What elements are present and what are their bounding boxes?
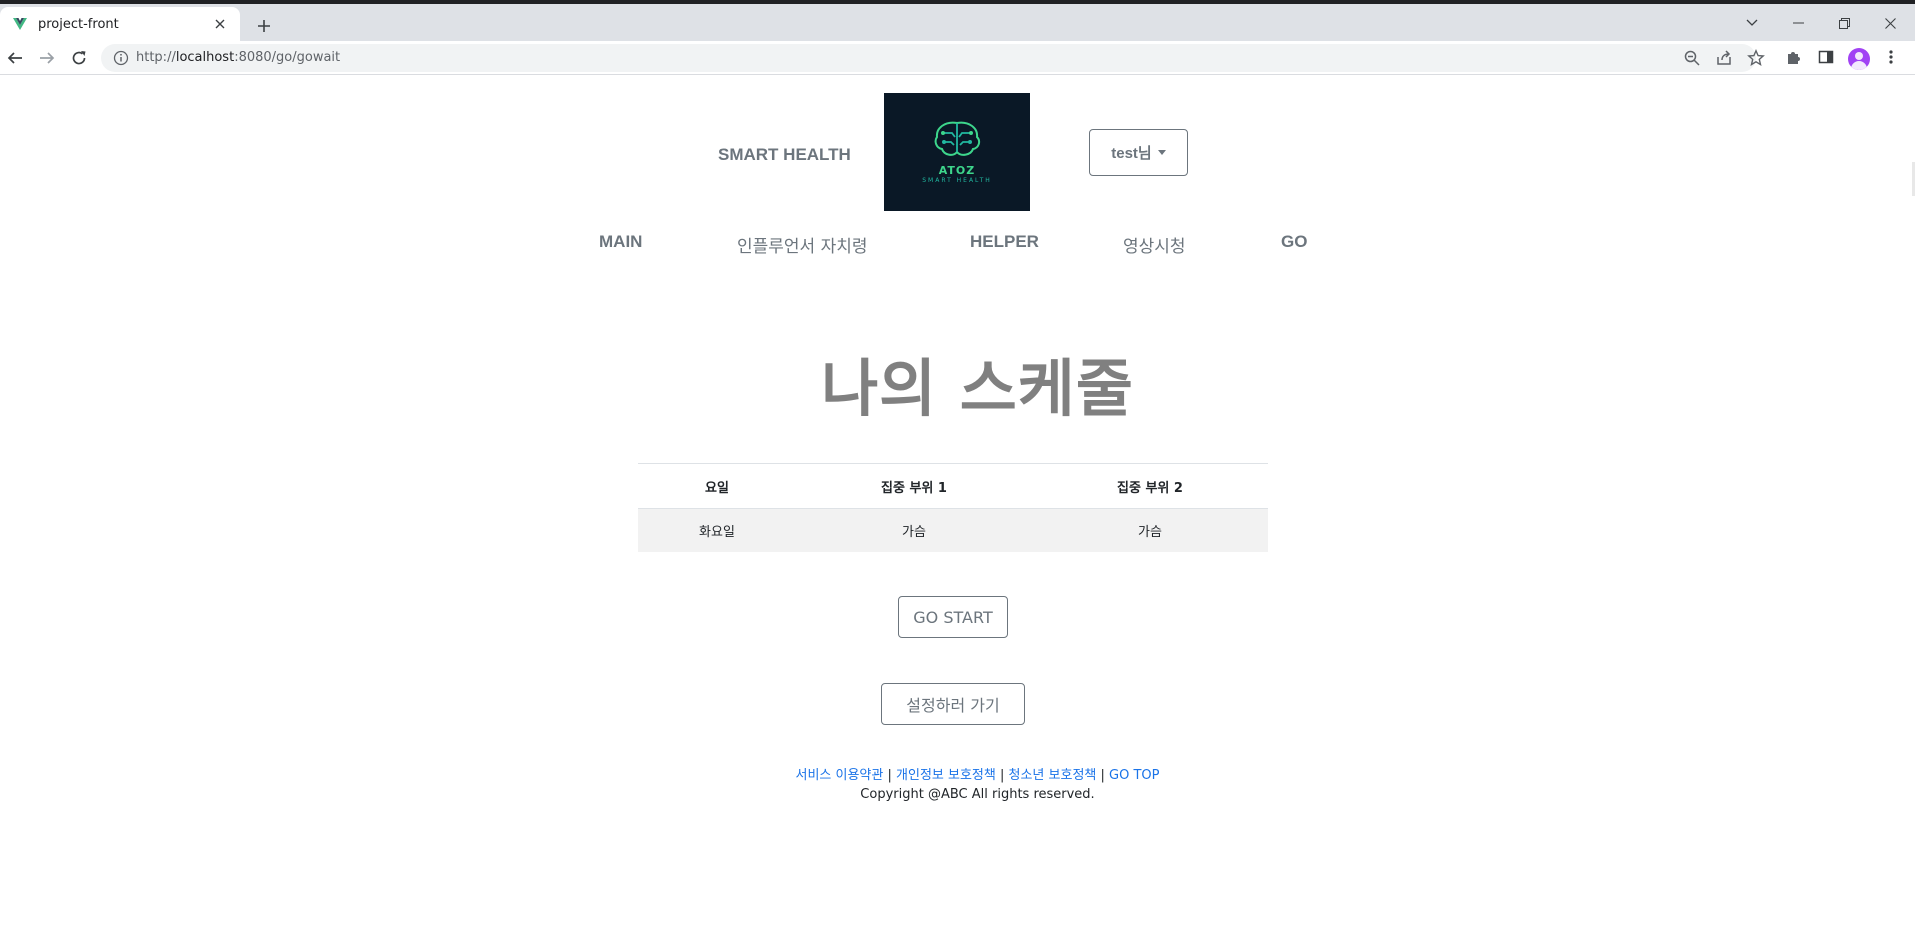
logo[interactable]: ATOZ SMART HEALTH bbox=[884, 93, 1030, 211]
page-title: 나의 스케줄 bbox=[821, 352, 1134, 425]
kebab-menu-icon[interactable] bbox=[1881, 47, 1901, 67]
plus-icon[interactable] bbox=[252, 14, 276, 38]
forward-arrow-icon[interactable] bbox=[35, 46, 59, 70]
footer-separator: | bbox=[1100, 768, 1105, 783]
vue-favicon-icon bbox=[13, 18, 27, 30]
star-icon[interactable] bbox=[1747, 49, 1765, 67]
nav-item-go[interactable]: GO bbox=[1281, 232, 1307, 252]
zoom-icon[interactable] bbox=[1683, 49, 1701, 67]
footer-separator: | bbox=[999, 768, 1005, 783]
schedule-table: 요일 집중 부위 1 집중 부위 2 화요일 가슴 가슴 bbox=[638, 463, 1268, 552]
url-text[interactable]: http://localhost:8080/go/gowait bbox=[136, 50, 340, 65]
user-dropdown-button[interactable]: test님 bbox=[1089, 129, 1188, 176]
avatar-head bbox=[1855, 52, 1863, 60]
footer-link-terms[interactable]: 서비스 이용약관 bbox=[796, 768, 884, 783]
footer-link-privacy[interactable]: 개인정보 보호정책 bbox=[896, 768, 996, 783]
brand-name[interactable]: SMART HEALTH bbox=[718, 145, 851, 165]
nav-item-influencer[interactable]: 인플루언서 자치령 bbox=[737, 232, 868, 257]
cell-day: 화요일 bbox=[638, 508, 796, 552]
close-window-icon[interactable] bbox=[1867, 8, 1913, 38]
user-label: test님 bbox=[1111, 145, 1152, 162]
copyright-text: Copyright @ABC All rights reserved. bbox=[860, 787, 1095, 802]
column-header-focus-1: 집중 부위 1 bbox=[796, 463, 1032, 509]
browser-tab[interactable]: project-front bbox=[0, 7, 240, 41]
avatar[interactable] bbox=[1848, 48, 1870, 70]
close-icon[interactable] bbox=[210, 14, 230, 34]
tab-strip: project-front bbox=[0, 4, 1915, 41]
address-bar[interactable]: http://localhost:8080/go/gowait bbox=[101, 44, 1765, 72]
tab-title: project-front bbox=[38, 16, 119, 32]
nav-item-helper[interactable]: HELPER bbox=[970, 232, 1039, 252]
avatar-body bbox=[1851, 61, 1867, 70]
chevron-down-icon[interactable] bbox=[1729, 8, 1775, 38]
footer-link-youth[interactable]: 청소년 보호정책 bbox=[1009, 768, 1097, 783]
nav-item-main[interactable]: MAIN bbox=[599, 232, 642, 252]
puzzle-icon[interactable] bbox=[1784, 47, 1804, 67]
column-header-day: 요일 bbox=[638, 463, 796, 509]
restore-icon[interactable] bbox=[1821, 8, 1867, 38]
url-path: :8080/go/gowait bbox=[234, 50, 341, 65]
back-arrow-icon[interactable] bbox=[3, 46, 27, 70]
table-header-row: 요일 집중 부위 1 집중 부위 2 bbox=[638, 463, 1268, 509]
table-row: 화요일 가슴 가슴 bbox=[638, 508, 1268, 552]
info-icon[interactable] bbox=[113, 50, 129, 66]
footer-links: 서비스 이용약관 | 개인정보 보호정책 | 청소년 보호정책 | GO TOP bbox=[0, 764, 1915, 783]
nav-item-video[interactable]: 영상시청 bbox=[1123, 232, 1186, 257]
minimize-icon[interactable] bbox=[1775, 8, 1821, 38]
caret-down-icon bbox=[1157, 150, 1166, 155]
brain-icon bbox=[934, 121, 981, 156]
url-host: localhost bbox=[175, 50, 235, 65]
footer-separator: | bbox=[887, 768, 892, 783]
settings-button[interactable]: 설정하러 가기 bbox=[881, 683, 1025, 725]
footer-link-go-top[interactable]: GO TOP bbox=[1109, 768, 1159, 783]
logo-main-text: ATOZ bbox=[938, 164, 976, 177]
cell-focus-2: 가슴 bbox=[1032, 508, 1268, 552]
cell-focus-1: 가슴 bbox=[796, 508, 1032, 552]
column-header-focus-2: 집중 부위 2 bbox=[1032, 463, 1268, 509]
logo-sub-text: SMART HEALTH bbox=[922, 177, 992, 184]
share-icon[interactable] bbox=[1715, 49, 1733, 67]
reload-icon[interactable] bbox=[67, 46, 91, 70]
browser-toolbar: http://localhost:8080/go/gowait bbox=[0, 41, 1915, 75]
url-prefix: http:// bbox=[136, 50, 176, 65]
go-start-button[interactable]: GO START bbox=[898, 596, 1008, 638]
side-panel-icon[interactable] bbox=[1816, 47, 1836, 67]
